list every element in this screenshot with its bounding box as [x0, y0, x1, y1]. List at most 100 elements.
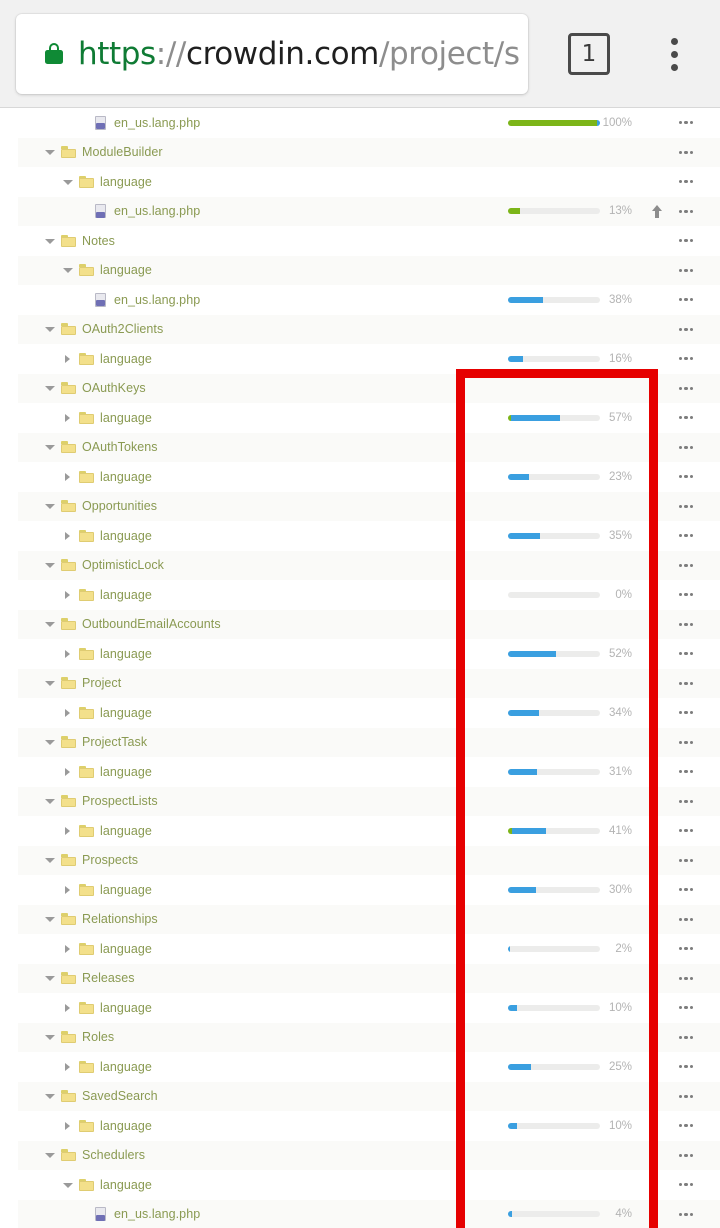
chevron-right-icon[interactable]	[62, 471, 74, 483]
tree-row[interactable]: SavedSearch	[0, 1081, 720, 1111]
tree-row[interactable]: Releases	[0, 963, 720, 994]
more-options-icon[interactable]	[674, 462, 698, 492]
tree-row[interactable]: en_us.lang.php 13%	[0, 196, 720, 227]
tree-item-label-group[interactable]: language	[62, 816, 152, 846]
more-options-icon[interactable]	[674, 816, 698, 846]
tree-row[interactable]: Roles	[0, 1022, 720, 1053]
more-options-icon[interactable]	[674, 108, 698, 138]
chevron-down-icon[interactable]	[44, 323, 56, 335]
tree-item-label-group[interactable]: OptimisticLock	[44, 551, 164, 581]
tree-row[interactable]: Notes	[0, 226, 720, 256]
more-options-icon[interactable]	[674, 757, 698, 787]
tree-item-label-group[interactable]: language	[62, 344, 152, 374]
tree-item-label-group[interactable]: Schedulers	[44, 1141, 145, 1171]
chevron-right-icon[interactable]	[62, 1061, 74, 1073]
more-options-icon[interactable]	[674, 285, 698, 315]
chevron-right-icon[interactable]	[62, 412, 74, 424]
tree-item-label-group[interactable]: en_us.lang.php	[95, 108, 200, 138]
tree-row[interactable]: language 34%	[0, 698, 720, 728]
tree-item-label-group[interactable]: Opportunities	[44, 492, 157, 522]
tree-item-label-group[interactable]: language	[62, 639, 152, 669]
address-bar[interactable]: https://crowdin.com/project/s	[16, 14, 528, 94]
chevron-down-icon[interactable]	[44, 854, 56, 866]
chevron-down-icon[interactable]	[44, 382, 56, 394]
chevron-down-icon[interactable]	[44, 1149, 56, 1161]
tree-row[interactable]: en_us.lang.php 4%	[0, 1199, 720, 1228]
tree-item-label-group[interactable]: Notes	[44, 226, 115, 256]
more-options-icon[interactable]	[674, 138, 698, 168]
chevron-down-icon[interactable]	[44, 795, 56, 807]
tree-row[interactable]: Opportunities	[0, 491, 720, 522]
tree-item-label-group[interactable]: Project	[44, 669, 121, 699]
tree-row[interactable]: Schedulers	[0, 1140, 720, 1171]
tree-row[interactable]: Prospects	[0, 845, 720, 876]
tree-item-label-group[interactable]: language	[62, 1111, 152, 1141]
more-options-icon[interactable]	[674, 521, 698, 551]
tree-row[interactable]: language 30%	[0, 875, 720, 905]
more-options-icon[interactable]	[674, 993, 698, 1023]
upload-arrow-icon[interactable]	[650, 197, 664, 227]
tree-item-label-group[interactable]: language	[62, 580, 152, 610]
more-options-icon[interactable]	[674, 639, 698, 669]
chevron-down-icon[interactable]	[44, 441, 56, 453]
tree-item-label-group[interactable]: Prospects	[44, 846, 138, 876]
tree-item-label-group[interactable]: language	[62, 757, 152, 787]
tab-count-button[interactable]: 1	[568, 33, 610, 75]
tree-row[interactable]: OptimisticLock	[0, 550, 720, 581]
more-options-icon[interactable]	[674, 433, 698, 463]
more-options-icon[interactable]	[674, 580, 698, 610]
tree-item-label-group[interactable]: language	[62, 934, 152, 964]
more-options-icon[interactable]	[674, 787, 698, 817]
more-options-icon[interactable]	[674, 492, 698, 522]
more-options-icon[interactable]	[674, 964, 698, 994]
tree-row[interactable]: OutboundEmailAccounts	[0, 609, 720, 640]
more-options-icon[interactable]	[674, 1052, 698, 1082]
tree-row[interactable]: language 10%	[0, 993, 720, 1023]
tree-row[interactable]: language 31%	[0, 757, 720, 787]
tree-item-label-group[interactable]: language	[62, 875, 152, 905]
tree-row[interactable]: language	[0, 1170, 720, 1200]
more-options-icon[interactable]	[674, 315, 698, 345]
chevron-down-icon[interactable]	[62, 1179, 74, 1191]
more-options-icon[interactable]	[674, 197, 698, 227]
tree-row[interactable]: ProspectLists	[0, 786, 720, 817]
tree-item-label-group[interactable]: OAuthKeys	[44, 374, 146, 404]
tree-row[interactable]: Relationships	[0, 904, 720, 935]
more-options-icon[interactable]	[674, 875, 698, 905]
tree-item-label-group[interactable]: language	[62, 256, 152, 286]
tree-item-label-group[interactable]: OutboundEmailAccounts	[44, 610, 221, 640]
more-options-icon[interactable]	[674, 551, 698, 581]
more-options-icon[interactable]	[674, 905, 698, 935]
chevron-right-icon[interactable]	[62, 353, 74, 365]
tree-item-label-group[interactable]: OAuthTokens	[44, 433, 158, 463]
chevron-down-icon[interactable]	[44, 972, 56, 984]
chevron-right-icon[interactable]	[62, 943, 74, 955]
more-options-icon[interactable]	[674, 669, 698, 699]
tree-row[interactable]: language 2%	[0, 934, 720, 964]
chevron-down-icon[interactable]	[44, 559, 56, 571]
file-tree-viewport[interactable]: en_us.lang.php 100% ModuleBuilder language e…	[0, 108, 720, 1228]
tree-row[interactable]: language 25%	[0, 1052, 720, 1082]
tree-row[interactable]: language 10%	[0, 1111, 720, 1141]
tree-item-label-group[interactable]: language	[62, 993, 152, 1023]
tree-item-label-group[interactable]: language	[62, 521, 152, 551]
tree-row[interactable]: language 23%	[0, 462, 720, 492]
chevron-right-icon[interactable]	[62, 825, 74, 837]
chevron-down-icon[interactable]	[62, 176, 74, 188]
more-options-icon[interactable]	[674, 1023, 698, 1053]
tree-row[interactable]: language	[0, 167, 720, 197]
tree-row[interactable]: language 41%	[0, 816, 720, 846]
more-options-icon[interactable]	[674, 846, 698, 876]
tree-row[interactable]: language 57%	[0, 403, 720, 433]
more-options-icon[interactable]	[674, 167, 698, 197]
tree-row[interactable]: en_us.lang.php 100%	[0, 108, 720, 138]
tree-row[interactable]: ModuleBuilder	[0, 137, 720, 168]
more-options-icon[interactable]	[674, 1170, 698, 1200]
kebab-menu-icon[interactable]	[660, 30, 688, 78]
more-options-icon[interactable]	[674, 698, 698, 728]
tree-row[interactable]: language 16%	[0, 344, 720, 374]
more-options-icon[interactable]	[674, 226, 698, 256]
chevron-down-icon[interactable]	[44, 500, 56, 512]
chevron-down-icon[interactable]	[44, 913, 56, 925]
more-options-icon[interactable]	[674, 256, 698, 286]
